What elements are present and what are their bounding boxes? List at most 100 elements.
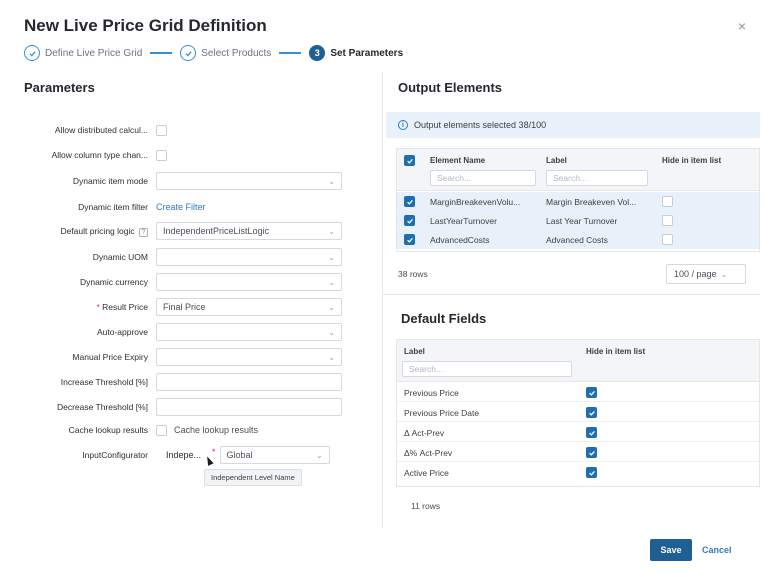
field-label: Auto-approve	[96, 327, 148, 337]
default-fields-table: Label Hide in item list Search... Previo…	[396, 339, 760, 487]
select-value: Global	[226, 450, 253, 460]
row-checkbox[interactable]	[404, 215, 415, 226]
form-row-dynamic-item-mode: Dynamic item mode ⌄	[24, 171, 376, 191]
output-elements-rows-count: 38 rows	[398, 269, 428, 279]
check-icon	[588, 450, 595, 456]
decrease-threshold-input[interactable]	[156, 398, 342, 416]
check-icon	[588, 430, 595, 436]
create-filter-link[interactable]: Create Filter	[156, 202, 206, 212]
independent-level-select[interactable]: Global ⌄	[219, 446, 330, 464]
select-value: IndependentPriceListLogic	[163, 226, 270, 236]
column-header-hide-in-item-list[interactable]: Hide in item list	[662, 156, 721, 165]
page-size-select[interactable]: 100 / page ⌄	[666, 264, 746, 284]
default-pricing-logic-select[interactable]: IndependentPriceListLogic ⌄	[156, 222, 342, 240]
chevron-down-icon: ⌄	[328, 226, 335, 236]
default-fields-search-input[interactable]: Search...	[402, 361, 572, 377]
cancel-button[interactable]: Cancel	[702, 539, 732, 561]
dynamic-uom-select[interactable]: ⌄	[156, 248, 342, 266]
output-elements-table: Element Name Label Hide in item list Sea…	[396, 148, 760, 252]
form-row-cache-lookup: Cache lookup results Cache lookup result…	[24, 420, 376, 440]
column-header-label[interactable]: Label	[404, 347, 425, 356]
hide-in-item-list-checkbox[interactable]	[662, 215, 673, 226]
section-divider	[383, 294, 760, 295]
form-row-dynamic-item-filter: Dynamic item filter Create Filter	[24, 197, 376, 217]
check-icon	[588, 390, 595, 396]
label-cell: Previous Price	[404, 388, 459, 398]
table-row[interactable]: LastYearTurnover Last Year Turnover	[397, 211, 759, 230]
field-label: Default pricing logic ?	[24, 226, 156, 237]
hide-in-item-list-checkbox[interactable]	[586, 407, 597, 418]
form-row-increase-threshold: Increase Threshold [%]	[24, 372, 376, 392]
output-elements-selected-text: Output elements selected 38/100	[414, 120, 547, 130]
hide-in-item-list-checkbox[interactable]	[662, 196, 673, 207]
chevron-down-icon: ⌄	[328, 277, 335, 287]
row-checkbox[interactable]	[404, 234, 415, 245]
table-row[interactable]: Active Price	[397, 463, 759, 482]
label-cell: Active Price	[404, 468, 449, 478]
tooltip-independent-level-name: Independent Level Name	[204, 469, 302, 486]
cache-lookup-checkbox[interactable]	[156, 424, 167, 436]
field-label: Cache lookup results	[68, 425, 148, 435]
output-elements-panel: Output Elements	[398, 80, 740, 95]
form-row-decrease-threshold: Decrease Threshold [%]	[24, 397, 376, 417]
field-label: Allow column type chan...	[51, 150, 148, 160]
chevron-down-icon: ⌄	[328, 302, 335, 312]
row-checkbox[interactable]	[404, 196, 415, 207]
increase-threshold-input[interactable]	[156, 373, 342, 391]
result-price-select[interactable]: Final Price ⌄	[156, 298, 342, 316]
live-price-grid-dialog: New Live Price Grid Definition × Define …	[0, 0, 764, 573]
dynamic-currency-select[interactable]: ⌄	[156, 273, 342, 291]
default-fields-title: Default Fields	[401, 311, 487, 326]
label-cell: Margin Breakeven Vol...	[546, 197, 637, 207]
label-cell: Previous Price Date	[404, 408, 480, 418]
table-row[interactable]: Previous Price Date	[397, 403, 759, 422]
auto-approve-select[interactable]: ⌄	[156, 323, 342, 341]
field-label: Decrease Threshold [%]	[56, 402, 148, 412]
field-label-text: Default pricing logic	[60, 225, 135, 236]
chevron-down-icon: ⌄	[328, 176, 335, 186]
label-cell: Last Year Turnover	[546, 216, 618, 226]
table-row[interactable]: Previous Price	[397, 383, 759, 402]
hide-in-item-list-checkbox[interactable]	[586, 447, 597, 458]
element-name-cell: AdvancedCosts	[430, 235, 490, 245]
hide-in-item-list-checkbox[interactable]	[586, 427, 597, 438]
output-elements-info-bar: i Output elements selected 38/100	[386, 112, 760, 138]
select-value: Final Price	[163, 302, 206, 312]
help-icon[interactable]: ?	[139, 227, 148, 237]
close-icon[interactable]: ×	[738, 18, 746, 34]
column-header-label[interactable]: Label	[546, 156, 567, 165]
allow-distributed-checkbox[interactable]	[156, 124, 167, 136]
label-cell: Δ Act-Prev	[404, 428, 445, 438]
default-fields-table-header: Label Hide in item list Search...	[397, 340, 759, 382]
column-header-element-name[interactable]: Element Name	[430, 156, 485, 165]
info-icon: i	[398, 120, 408, 130]
page-size-value: 100 / page	[674, 269, 717, 279]
table-row[interactable]: Δ% Act-Prev	[397, 443, 759, 462]
column-header-hide-in-item-list[interactable]: Hide in item list	[586, 347, 645, 356]
required-marker: *	[96, 302, 100, 312]
field-label: Increase Threshold [%]	[60, 377, 148, 387]
table-row[interactable]: MarginBreakevenVolu... Margin Breakeven …	[397, 192, 759, 211]
field-label: Allow distributed calcul...	[54, 125, 148, 135]
table-row[interactable]: AdvancedCosts Advanced Costs	[397, 230, 759, 249]
element-name-search-input[interactable]: Search...	[430, 170, 536, 186]
chevron-down-icon: ⌄	[328, 352, 335, 362]
label-search-input[interactable]: Search...	[546, 170, 648, 186]
dynamic-item-mode-select[interactable]: ⌄	[156, 172, 342, 190]
check-icon	[406, 237, 413, 243]
hide-in-item-list-checkbox[interactable]	[662, 234, 673, 245]
field-label: Dynamic UOM	[92, 252, 148, 262]
select-all-checkbox[interactable]	[404, 155, 415, 166]
manual-price-expiry-select[interactable]: ⌄	[156, 348, 342, 366]
panel-divider	[382, 72, 383, 528]
table-row[interactable]: Δ Act-Prev	[397, 423, 759, 442]
hide-in-item-list-checkbox[interactable]	[586, 467, 597, 478]
form-row-default-pricing-logic: Default pricing logic ? IndependentPrice…	[24, 221, 376, 241]
save-button[interactable]: Save	[650, 539, 692, 561]
hide-in-item-list-checkbox[interactable]	[586, 387, 597, 398]
chevron-down-icon: ⌄	[328, 327, 335, 337]
form-row-dynamic-currency: Dynamic currency ⌄	[24, 272, 376, 292]
field-label: InputConfigurator	[82, 450, 148, 460]
form-row-allow-column-type: Allow column type chan...	[24, 145, 376, 165]
allow-column-type-checkbox[interactable]	[156, 149, 167, 161]
